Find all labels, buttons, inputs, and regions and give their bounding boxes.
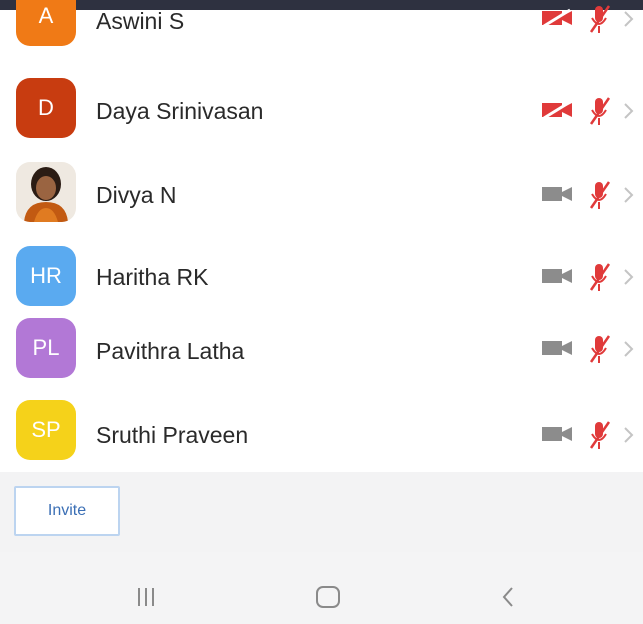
mic-muted-icon[interactable] [588, 2, 612, 36]
avatar: HR [16, 246, 76, 306]
avatar-photo [16, 162, 76, 222]
avatar-initials: A [38, 3, 54, 28]
participant-name: Daya Srinivasan [96, 98, 264, 124]
recent-apps-icon[interactable] [138, 588, 156, 606]
mic-muted-icon[interactable] [588, 418, 612, 452]
home-icon[interactable] [316, 586, 340, 608]
invite-button[interactable]: Invite [14, 486, 120, 536]
participant-row-sruthi[interactable]: SP Sruthi Praveen [0, 392, 643, 472]
back-icon[interactable] [500, 586, 516, 608]
chevron-right-icon[interactable] [622, 102, 634, 120]
participant-row-haritha[interactable]: HR Haritha RK [0, 238, 643, 318]
avatar-initials: D [38, 95, 54, 120]
chevron-right-icon[interactable] [622, 268, 634, 286]
avatar-initials: HR [30, 263, 62, 288]
camera-icon[interactable] [540, 424, 574, 444]
participants-footer: Invite [0, 472, 643, 552]
chevron-right-icon[interactable] [622, 10, 634, 28]
avatar: PL [16, 318, 76, 378]
mic-muted-icon[interactable] [588, 260, 612, 294]
video-muted-icon[interactable] [540, 8, 574, 28]
participant-name: Divya N [96, 182, 177, 208]
video-muted-icon[interactable] [540, 100, 574, 120]
chevron-right-icon[interactable] [622, 426, 634, 444]
camera-icon[interactable] [540, 184, 574, 204]
participant-name: Pavithra Latha [96, 338, 245, 364]
camera-icon[interactable] [540, 266, 574, 286]
participant-name: Aswini S [96, 8, 185, 34]
camera-icon[interactable] [540, 338, 574, 358]
participant-row-pavithra[interactable]: PL Pavithra Latha [0, 310, 643, 390]
mic-muted-icon[interactable] [588, 94, 612, 128]
avatar: SP [16, 400, 76, 460]
participant-row-daya[interactable]: D Daya Srinivasan [0, 72, 643, 152]
avatar: A [16, 0, 76, 46]
participant-name: Sruthi Praveen [96, 422, 249, 448]
participant-name: Haritha RK [96, 264, 209, 290]
chevron-right-icon[interactable] [622, 186, 634, 204]
avatar: D [16, 78, 76, 138]
mic-muted-icon[interactable] [588, 332, 612, 366]
participant-row-divya[interactable]: Divya N [0, 152, 643, 232]
avatar-initials: PL [32, 335, 60, 360]
mic-muted-icon[interactable] [588, 178, 612, 212]
chevron-right-icon[interactable] [622, 340, 634, 358]
avatar-initials: SP [31, 417, 61, 442]
participant-row-aswini[interactable]: A Aswini S [0, 0, 643, 70]
